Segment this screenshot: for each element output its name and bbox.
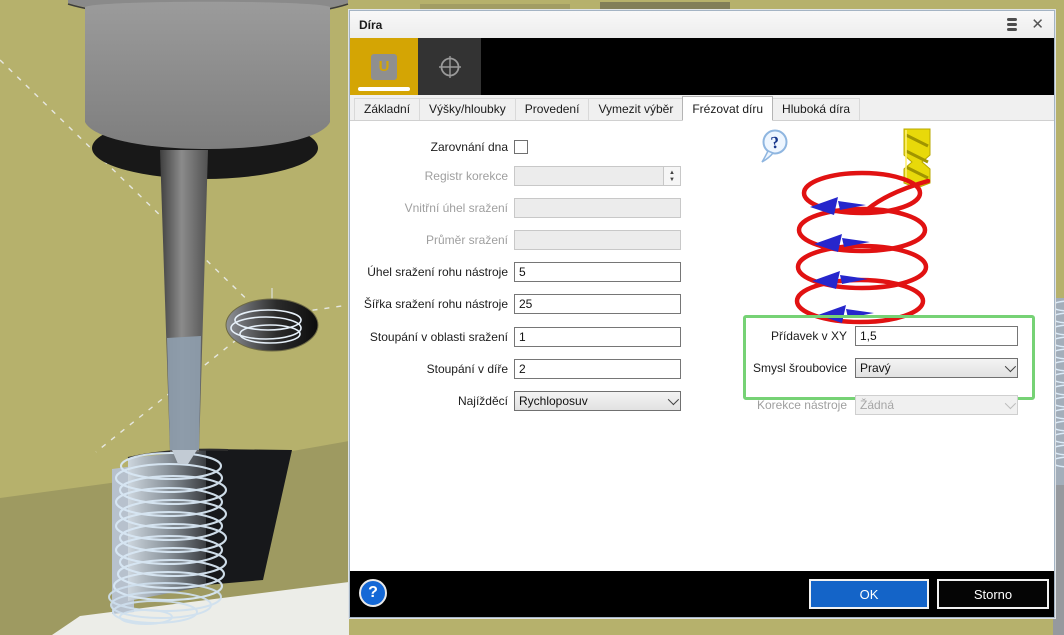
registr-korekce-spinner: ▲▼	[514, 166, 681, 186]
window-menu-icon[interactable]	[1007, 18, 1017, 31]
label-zarovnani-dna: Zarovnání dna	[350, 137, 508, 157]
tab-vymezit-vyber[interactable]: Vymezit výběr	[588, 98, 683, 120]
dialog-tabs: Základní Výšky/hloubky Provedení Vymezit…	[350, 95, 1054, 121]
helical-entry-illustration	[780, 127, 970, 332]
tab-provedeni[interactable]: Provedení	[515, 98, 590, 120]
helix-path	[797, 173, 928, 322]
registr-korekce-input	[514, 166, 664, 186]
label-uhel-srazeni-rohu: Úhel sražení rohu nástroje	[350, 262, 508, 282]
dialog-body: Zarovnání dna Registr korekce ▲▼ Vnitřní…	[350, 121, 1054, 571]
tool-holder	[85, 2, 330, 149]
tool-shaft-lower	[167, 336, 201, 450]
uhel-srazeni-rohu-input[interactable]	[514, 262, 681, 282]
stoupani-oblast-input[interactable]	[514, 327, 681, 347]
pocket-u-icon: U	[371, 54, 397, 80]
label-registr-korekce: Registr korekce	[350, 166, 508, 186]
tab-vysky-hloubky[interactable]: Výšky/hloubky	[419, 98, 516, 120]
najizdeci-value: Rychloposuv	[519, 394, 588, 408]
selected-underline	[358, 87, 410, 91]
dialog-titlebar: Díra ✕	[350, 11, 1054, 39]
help-icon[interactable]: ?	[359, 579, 387, 607]
label-vnitrni-uhel: Vnitřní úhel sražení	[350, 198, 508, 218]
korekce-nastroje-value: Žádná	[860, 398, 894, 412]
label-stoupani-oblast: Stoupání v oblasti sražení	[350, 327, 508, 347]
close-icon[interactable]: ✕	[1031, 17, 1044, 32]
stoupani-dire-input[interactable]	[514, 359, 681, 379]
tab-zakladni[interactable]: Základní	[354, 98, 420, 120]
chevron-down-icon	[668, 394, 679, 405]
label-korekce-nastroje: Korekce nástroje	[735, 395, 847, 415]
label-pridavek-xy: Přídavek v XY	[735, 326, 847, 346]
smysl-sroubovice-combo[interactable]: Pravý	[855, 358, 1018, 378]
korekce-nastroje-combo: Žádná	[855, 395, 1018, 415]
hole-dialog: Díra ✕ U Základní Výšky/hloubky Proveden…	[349, 10, 1055, 618]
chevron-down-icon	[1005, 398, 1016, 409]
vnitrni-uhel-input	[514, 198, 681, 218]
label-smysl-sroubovice: Smysl šroubovice	[735, 358, 847, 378]
screen: Díra ✕ U Základní Výšky/hloubky Proveden…	[0, 0, 1064, 635]
najizdeci-combo[interactable]: Rychloposuv	[514, 391, 681, 411]
spinner-arrows-icon: ▲▼	[664, 166, 681, 186]
smysl-sroubovice-value: Pravý	[860, 361, 891, 375]
background-geometry	[420, 4, 570, 9]
operation-tab-pocket[interactable]: U	[350, 38, 418, 95]
label-najizdeci: Najížděcí	[350, 391, 508, 411]
sirka-srazeni-rohu-input[interactable]	[514, 294, 681, 314]
zarovnani-dna-checkbox[interactable]	[514, 140, 528, 154]
cancel-button[interactable]: Storno	[937, 579, 1049, 609]
hole-2	[226, 299, 318, 351]
tab-hluboka-dira[interactable]: Hluboká díra	[772, 98, 860, 120]
label-stoupani-dire: Stoupání v díře	[350, 359, 508, 379]
operation-icon-strip: U	[350, 38, 1054, 95]
label-prumer-srazeni: Průměr sražení	[350, 230, 508, 250]
ok-button[interactable]: OK	[809, 579, 929, 609]
dialog-footer: ? OK Storno	[350, 571, 1054, 617]
origin-crosshair-icon	[437, 54, 463, 80]
pridavek-xy-input[interactable]	[855, 326, 1018, 346]
label-sirka-srazeni-rohu: Šířka sražení rohu nástroje	[350, 294, 508, 314]
dialog-title: Díra	[350, 18, 382, 32]
operation-tab-origin[interactable]	[418, 38, 481, 95]
prumer-srazeni-input	[514, 230, 681, 250]
tab-frezovat-diru[interactable]: Frézovat díru	[682, 96, 773, 121]
chevron-down-icon	[1005, 361, 1016, 372]
